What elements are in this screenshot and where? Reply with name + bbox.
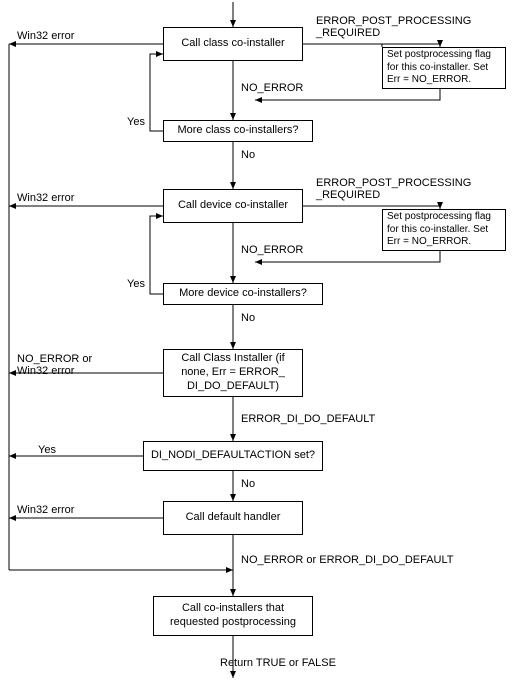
label-epp-2: ERROR_POST_PROCESSING _REQUIRED [316,177,471,201]
label-noerr-or-win32: NO_ERROR or Win32 error [17,353,92,377]
label-no-2: No [241,312,255,324]
node-set-postprocessing-2: Set postprocessing flag for this co-inst… [382,209,506,251]
node-call-default-handler: Call default handler [163,501,303,535]
label-yes-2: Yes [127,278,145,290]
node-text: Call device co-installer [178,199,288,213]
node-call-class-coinstaller: Call class co-installer [163,27,303,61]
label-yes-1: Yes [127,116,145,128]
node-text: DI_NODI_DEFAULTACTION set? [151,449,315,463]
node-text: Call co-installers that requested postpr… [158,602,308,630]
node-text: Set postprocessing flag for this co-inst… [387,211,501,249]
node-set-postprocessing-1: Set postprocessing flag for this co-inst… [382,47,506,89]
label-win32-3: Win32 error [17,504,74,516]
label-win32-2: Win32 error [17,192,74,204]
node-text: More device co-installers? [179,287,307,301]
node-text: Set postprocessing flag for this co-inst… [387,49,501,87]
node-more-class-coinstallers: More class co-installers? [163,120,313,142]
node-text: Call default handler [186,511,281,525]
label-final-branch: NO_ERROR or ERROR_DI_DO_DEFAULT [241,554,454,566]
node-call-postprocessing: Call co-installers that requested postpr… [153,596,313,636]
node-call-class-installer: Call Class Installer (if none, Err = ERR… [163,349,303,397]
flowchart-connectors [0,0,514,685]
label-yes-3: Yes [38,444,56,456]
label-return: Return TRUE or FALSE [220,657,336,669]
label-win32-1: Win32 error [17,30,74,42]
node-call-device-coinstaller: Call device co-installer [163,189,303,223]
node-di-nodi-defaultaction: DI_NODI_DEFAULTACTION set? [143,441,323,471]
label-eddd: ERROR_DI_DO_DEFAULT [241,413,375,425]
label-no-1: No [241,149,255,161]
node-text: Call class co-installer [181,37,284,51]
label-noerror-1: NO_ERROR [241,82,303,94]
label-no-3: No [241,478,255,490]
label-epp-1: ERROR_POST_PROCESSING _REQUIRED [316,15,471,39]
node-text: More class co-installers? [177,124,298,138]
node-text: Call Class Installer (if none, Err = ERR… [168,352,298,393]
label-noerror-2: NO_ERROR [241,244,303,256]
node-more-device-coinstallers: More device co-installers? [163,283,323,305]
